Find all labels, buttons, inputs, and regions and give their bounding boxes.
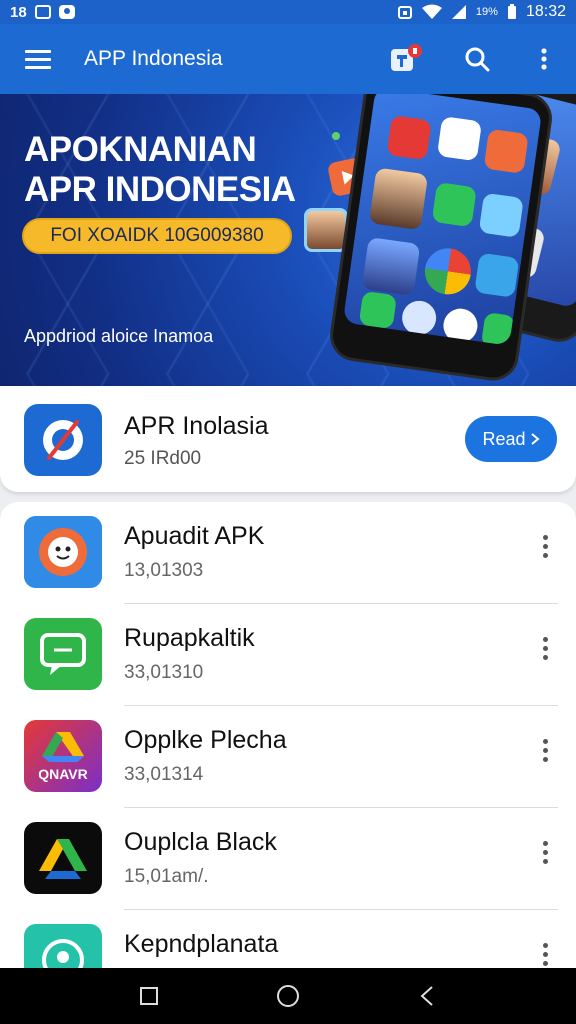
promo-banner[interactable]: APOKNANIAN APR INDONESIA FOI XOAIDK 10G0…: [0, 94, 576, 386]
notification-badge-icon: [391, 44, 422, 71]
wifi-icon: [421, 4, 442, 19]
promo-code-pill[interactable]: FOI XOAIDK 10G009380: [22, 218, 292, 254]
featured-app-name: APR Inolasia: [124, 412, 269, 440]
menu-icon: [25, 50, 51, 69]
chevron-right-icon: [530, 433, 540, 445]
app-icon-text: QNAVR: [38, 766, 88, 782]
more-vert-icon[interactable]: [528, 730, 562, 770]
user-circle-icon: [42, 939, 84, 972]
app-bar: APP Indonesia: [0, 24, 576, 94]
alarm-icon: [397, 6, 412, 19]
more-vert-icon[interactable]: [528, 628, 562, 668]
chat-bubble-icon: [40, 633, 86, 675]
more-vert-icon[interactable]: [528, 832, 562, 872]
more-vert-icon[interactable]: [528, 934, 562, 972]
app-count: 15,01am/.: [124, 866, 209, 887]
sparkle-dot: [332, 132, 340, 140]
recents-button[interactable]: [119, 968, 179, 1024]
battery-icon: [507, 4, 516, 19]
overflow-menu-button[interactable]: [512, 24, 576, 94]
app-icon-rupapkaltik: [24, 618, 102, 690]
app-list: Apuadit APK 13,01303 Rupapkaltik 33,0131…: [0, 502, 576, 972]
arrow-triangle-icon: [39, 839, 87, 879]
more-vert-icon: [541, 48, 547, 70]
list-item[interactable]: QNAVR Opplke Plecha 33,01314: [0, 706, 576, 808]
banner-title-line1: APOKNANIAN: [24, 130, 257, 169]
app-name: Kepndplanata: [124, 930, 279, 958]
back-chevron-icon: [420, 986, 433, 1006]
list-item[interactable]: Apuadit APK 13,01303: [0, 502, 576, 604]
camera-icon: [58, 5, 75, 19]
drive-triangle-icon: [42, 732, 84, 762]
home-circle-icon: [276, 985, 299, 1007]
list-item[interactable]: Kepndplanata: [0, 910, 576, 972]
status-left-text: 18: [10, 3, 27, 21]
featured-app-icon: [24, 404, 102, 476]
compass-icon: [43, 420, 83, 460]
app-icon-apuadit: [24, 516, 102, 588]
app-name: Opplke Plecha: [124, 726, 287, 754]
list-item[interactable]: Rupapkaltik 33,01310: [0, 604, 576, 706]
battery-text: 19%: [475, 6, 498, 18]
search-icon: [465, 47, 490, 72]
read-button[interactable]: Read: [465, 416, 557, 462]
banner-title-line2: APR INDONESIA: [24, 170, 296, 209]
app-icon-ouplcla: [24, 822, 102, 894]
more-vert-icon[interactable]: [528, 526, 562, 566]
gallery-icon: [34, 5, 51, 19]
home-button[interactable]: [258, 968, 318, 1024]
app-title: APP Indonesia: [84, 47, 223, 70]
search-button[interactable]: [442, 24, 512, 94]
phone-illustration-front: [326, 94, 556, 384]
app-name: Apuadit APK: [124, 522, 265, 550]
featured-app-subtitle: 25 IRd00: [124, 448, 202, 469]
banner-subtitle: Appdriod aloice Inamoa: [24, 326, 214, 346]
read-button-label: Read: [482, 428, 526, 449]
phone-screen: [342, 94, 543, 346]
menu-button[interactable]: [0, 24, 76, 94]
featured-app-card[interactable]: APR Inolasia 25 IRd00 Read: [0, 386, 576, 492]
recents-square-icon: [140, 987, 159, 1005]
app-name: Ouplcla Black: [124, 828, 277, 856]
signal-icon: [451, 5, 466, 19]
app-count: 33,01314: [124, 764, 204, 785]
clock: 18:32: [525, 3, 566, 20]
app-icon-opplke: QNAVR: [24, 720, 102, 792]
app-name: Rupapkaltik: [124, 624, 255, 652]
system-navigation-bar: [0, 968, 576, 1024]
banner-title: APOKNANIAN APR INDONESIA: [24, 130, 296, 210]
app-count: 13,01303: [124, 560, 204, 581]
status-bar: 18 19% 18:32: [0, 0, 576, 24]
list-item[interactable]: Ouplcla Black 15,01am/.: [0, 808, 576, 910]
mascot-face-icon: [24, 516, 102, 588]
app-icon-kepndplanata: [24, 924, 102, 972]
app-count: 33,01310: [124, 662, 204, 683]
back-button[interactable]: [397, 968, 457, 1024]
notifications-button[interactable]: [372, 24, 442, 94]
